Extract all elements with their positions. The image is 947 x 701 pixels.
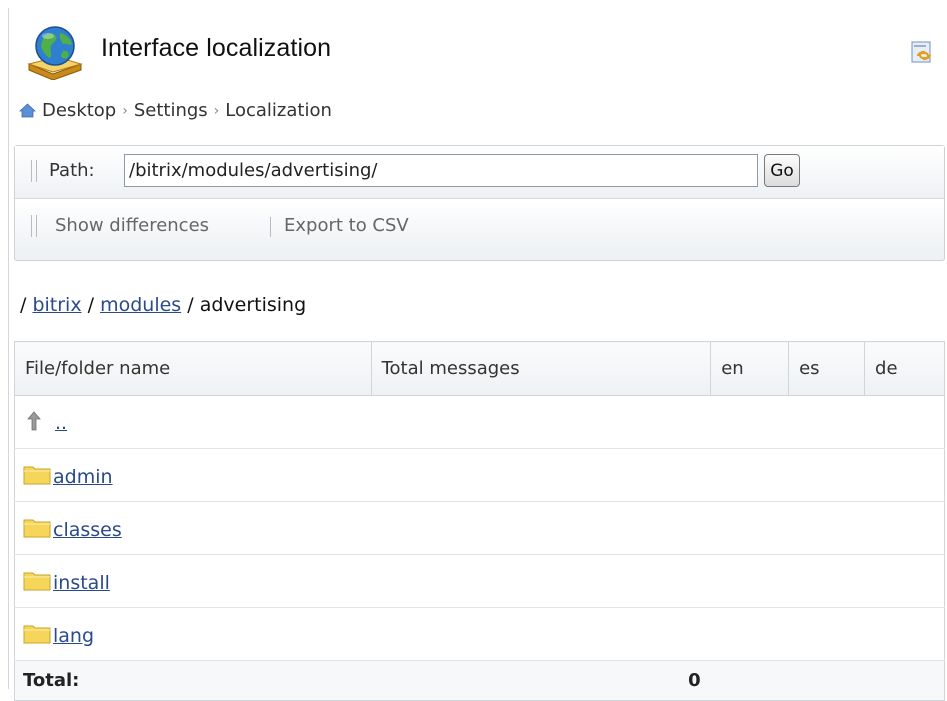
files-table: File/folder name Total messages en es de…	[14, 341, 945, 701]
breadcrumb-desktop[interactable]: Desktop	[42, 100, 116, 121]
folder-icon	[23, 625, 51, 643]
path-separator: /	[87, 294, 95, 316]
column-header-es[interactable]: es	[788, 341, 866, 396]
breadcrumb-settings[interactable]: Settings	[134, 100, 208, 121]
path-current: advertising	[199, 294, 307, 316]
column-header-name[interactable]: File/folder name	[14, 341, 372, 396]
toolbar-grip	[31, 215, 37, 237]
home-icon[interactable]	[19, 103, 36, 118]
column-header-total[interactable]: Total messages	[370, 341, 712, 396]
total-value: 0	[371, 660, 711, 701]
path-label: Path:	[49, 160, 95, 181]
table-row-up: ..	[14, 395, 945, 449]
path-toolbar-row: Path: Go	[15, 146, 944, 199]
path-separator: /	[187, 294, 194, 316]
path-link-bitrix[interactable]: bitrix	[32, 294, 81, 316]
folder-link[interactable]: classes	[53, 519, 122, 541]
current-path: / bitrix / modules / advertising	[20, 294, 306, 316]
table-row: admin	[14, 448, 945, 502]
folder-icon	[23, 572, 51, 590]
page-title: Interface localization	[101, 34, 332, 62]
up-folder-link[interactable]: ..	[55, 412, 67, 434]
column-header-de[interactable]: de	[864, 341, 945, 396]
folder-link[interactable]: install	[53, 572, 110, 594]
link-icon[interactable]	[910, 40, 934, 64]
table-row: lang	[14, 607, 945, 661]
path-separator: /	[20, 294, 27, 316]
export-csv-button[interactable]: Export to CSV	[284, 215, 409, 236]
go-button[interactable]: Go	[764, 154, 800, 187]
toolbar: Path: Go Show differences Export to CSV	[14, 145, 945, 261]
name-cell: ..	[14, 395, 372, 449]
table-header-row: File/folder name Total messages en es de	[14, 341, 945, 396]
name-cell: admin	[14, 448, 372, 502]
table-row: install	[14, 554, 945, 608]
title-row: Interface localization	[15, 22, 940, 80]
folder-link[interactable]: admin	[53, 466, 113, 488]
breadcrumb-separator: ›	[213, 102, 220, 119]
breadcrumb-separator: ›	[122, 102, 128, 119]
table-row: classes	[14, 501, 945, 555]
files-table-wrap: File/folder name Total messages en es de…	[14, 341, 945, 701]
toolbar-grip	[31, 160, 37, 182]
column-header-en[interactable]: en	[710, 341, 790, 396]
breadcrumb-localization: Localization	[225, 100, 332, 121]
name-cell: classes	[14, 501, 372, 555]
folder-icon	[23, 466, 51, 484]
name-cell: lang	[14, 607, 372, 661]
name-cell: install	[14, 554, 372, 608]
folder-icon	[23, 519, 51, 537]
path-input[interactable]	[124, 154, 758, 187]
show-differences-button[interactable]: Show differences	[55, 215, 209, 236]
actions-toolbar-row: Show differences Export to CSV	[15, 199, 944, 253]
globe-book-icon	[27, 26, 83, 80]
page-container: Interface localization Desktop › Setting…	[8, 8, 946, 701]
toolbar-divider	[270, 217, 271, 237]
total-label: Total:	[14, 660, 372, 701]
folder-link[interactable]: lang	[53, 625, 94, 647]
breadcrumb: Desktop › Settings › Localization	[19, 100, 332, 121]
path-link-modules[interactable]: modules	[100, 294, 181, 316]
table-total-row: Total: 0	[14, 660, 945, 701]
up-arrow-icon	[27, 410, 41, 430]
